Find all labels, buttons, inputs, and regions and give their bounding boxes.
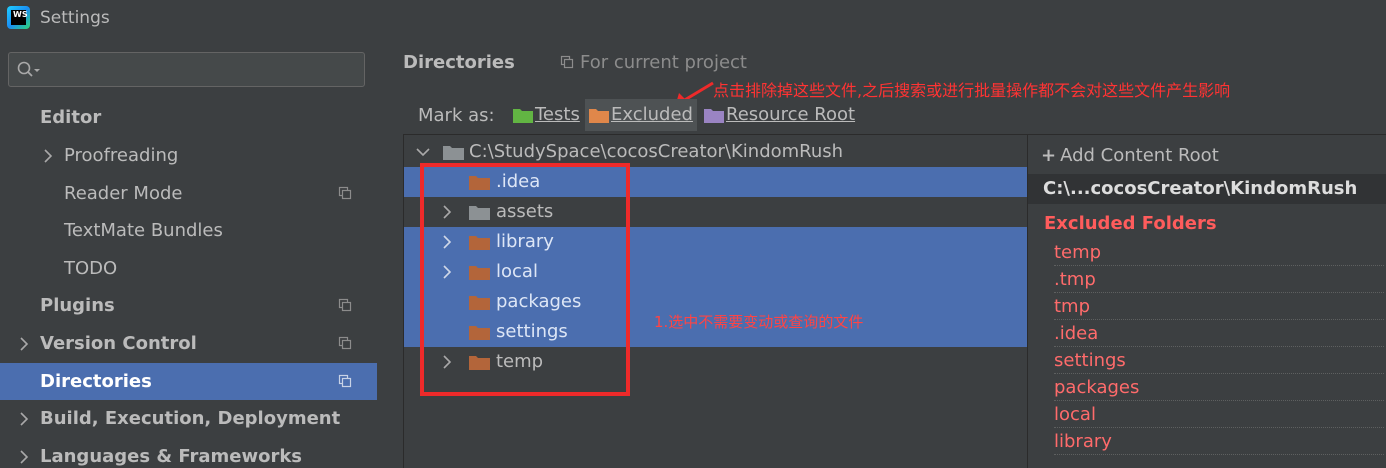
mark-excluded-button[interactable]: Excluded (585, 99, 697, 131)
title-bar: WS Settings (0, 0, 1386, 36)
tree-row-label: assets (496, 201, 554, 222)
tree-row-label: settings (496, 321, 568, 342)
project-scope-icon (338, 186, 352, 200)
mark-as-label: Mark as: (418, 105, 495, 126)
sidebar-item-editor[interactable]: Editor (0, 99, 377, 136)
excluded-folder-icon (469, 296, 490, 310)
project-scope-icon (338, 336, 352, 350)
add-content-root-button[interactable]: + Add Content Root (1041, 145, 1219, 166)
excluded-folder-icon (469, 356, 490, 370)
excluded-folder-item[interactable]: .tmp (1054, 266, 1384, 293)
excluded-folder-icon (469, 326, 490, 340)
excluded-folder-item[interactable]: packages (1054, 374, 1384, 401)
sidebar-item-version-control[interactable]: Version Control (0, 325, 377, 362)
content-root-path: C:\...cocosCreator\KindomRush (1028, 174, 1386, 204)
tree-row-label: packages (496, 291, 582, 312)
sidebar-item-languages-frameworks[interactable]: Languages & Frameworks (0, 438, 377, 468)
tree-row-idea[interactable]: .idea (404, 167, 1027, 197)
chevron-right-icon[interactable] (19, 450, 29, 464)
sidebar-item-reader-mode[interactable]: Reader Mode (0, 175, 377, 212)
chevron-right-icon[interactable] (43, 149, 53, 163)
directories-page: Directories For current project 点击排除掉这些文… (377, 36, 1386, 468)
sidebar-item-label: Build, Execution, Deployment (40, 408, 341, 429)
tests-folder-icon (513, 109, 533, 123)
tree-root-row[interactable]: C:\StudySpace\cocosCreator\KindomRush (404, 137, 1027, 167)
sidebar-item-textmate-bundles[interactable]: TextMate Bundles (0, 212, 377, 249)
tree-root-label: C:\StudySpace\cocosCreator\KindomRush (469, 141, 844, 162)
excluded-folders-title: Excluded Folders (1044, 213, 1217, 234)
sidebar-item-proofreading[interactable]: Proofreading (0, 137, 377, 174)
sidebar-item-plugins[interactable]: Plugins (0, 287, 377, 324)
chevron-right-icon[interactable] (19, 337, 29, 351)
resource-root-folder-icon (704, 109, 724, 123)
excluded-folder-item[interactable]: .idea (1054, 320, 1384, 347)
excluded-folder-item[interactable]: tmp (1054, 293, 1384, 320)
tree-row-assets[interactable]: assets (404, 197, 1027, 227)
tree-row-library[interactable]: library (404, 227, 1027, 257)
chevron-right-icon[interactable] (442, 235, 452, 249)
excluded-folder-item[interactable]: settings (1054, 347, 1384, 374)
tree-row-temp[interactable]: temp (404, 347, 1027, 377)
folder-icon (443, 146, 464, 160)
sidebar-item-label: Reader Mode (64, 183, 183, 204)
annotation-note-middle: 1.选中不需要变动或查询的文件 (654, 313, 864, 331)
search-input[interactable] (49, 57, 349, 82)
sidebar-item-label: Languages & Frameworks (40, 446, 303, 467)
mark-resource-root-button[interactable]: Resource Root (700, 99, 860, 131)
window-title: Settings (40, 8, 110, 28)
excluded-folder-item[interactable]: library (1054, 428, 1384, 455)
project-scope-icon (560, 55, 574, 69)
logo-text: WS (11, 10, 28, 25)
add-content-root-label: Add Content Root (1060, 145, 1219, 166)
excluded-folder-icon (469, 176, 490, 190)
sidebar-item-label: Proofreading (64, 145, 179, 166)
sidebar-item-label: Editor (40, 107, 102, 128)
scope-label: For current project (580, 52, 747, 73)
mark-excluded-label: Excluded (611, 104, 693, 125)
excluded-folder-item[interactable]: local (1054, 401, 1384, 428)
tree-row-label: .idea (496, 171, 541, 192)
sidebar-item-label: Version Control (40, 333, 197, 354)
tree-row-label: library (496, 231, 554, 252)
search-icon (17, 61, 40, 77)
content-root-panel: + Add Content Root C:\...cocosCreator\Kin… (1027, 134, 1386, 468)
excluded-folder-icon (469, 266, 490, 280)
chevron-right-icon[interactable] (19, 412, 29, 426)
mark-tests-button[interactable]: Tests (509, 99, 584, 131)
sidebar-item-label: TextMate Bundles (64, 220, 223, 241)
excluded-folder-icon (469, 236, 490, 250)
directory-tree: C:\StudySpace\cocosCreator\KindomRush .i… (403, 134, 1027, 468)
sidebar-item-build-execution-deployment[interactable]: Build, Execution, Deployment (0, 400, 377, 437)
tree-row-label: temp (496, 351, 544, 372)
plus-icon: + (1041, 145, 1057, 166)
chevron-right-icon[interactable] (442, 265, 452, 279)
webstorm-logo-icon: WS (7, 6, 30, 29)
settings-sidebar: Editor Proofreading Reader Mode TextMate… (0, 36, 377, 468)
sidebar-item-todo[interactable]: TODO (0, 250, 377, 287)
sidebar-item-label: Plugins (40, 295, 115, 316)
mark-resource-root-label: Resource Root (726, 104, 856, 125)
project-scope-icon (338, 298, 352, 312)
project-scope-icon (338, 374, 352, 388)
chevron-right-icon[interactable] (442, 205, 452, 219)
chevron-down-icon[interactable] (416, 147, 430, 157)
sidebar-item-directories[interactable]: Directories (0, 363, 377, 400)
chevron-right-icon[interactable] (442, 355, 452, 369)
mark-tests-label: Tests (535, 104, 580, 125)
excluded-folder-item[interactable]: temp (1054, 239, 1384, 266)
folder-icon (469, 206, 490, 220)
sidebar-item-label: Directories (40, 371, 152, 392)
page-title: Directories (403, 52, 515, 73)
tree-row-label: local (496, 261, 538, 282)
excluded-folder-icon (589, 109, 609, 123)
tree-row-local[interactable]: local (404, 257, 1027, 287)
sidebar-item-label: TODO (64, 258, 118, 279)
settings-search-box[interactable] (8, 52, 365, 87)
annotation-note-top: 点击排除掉这些文件,之后搜索或进行批量操作都不会对这些文件产生影响 (713, 81, 1231, 100)
